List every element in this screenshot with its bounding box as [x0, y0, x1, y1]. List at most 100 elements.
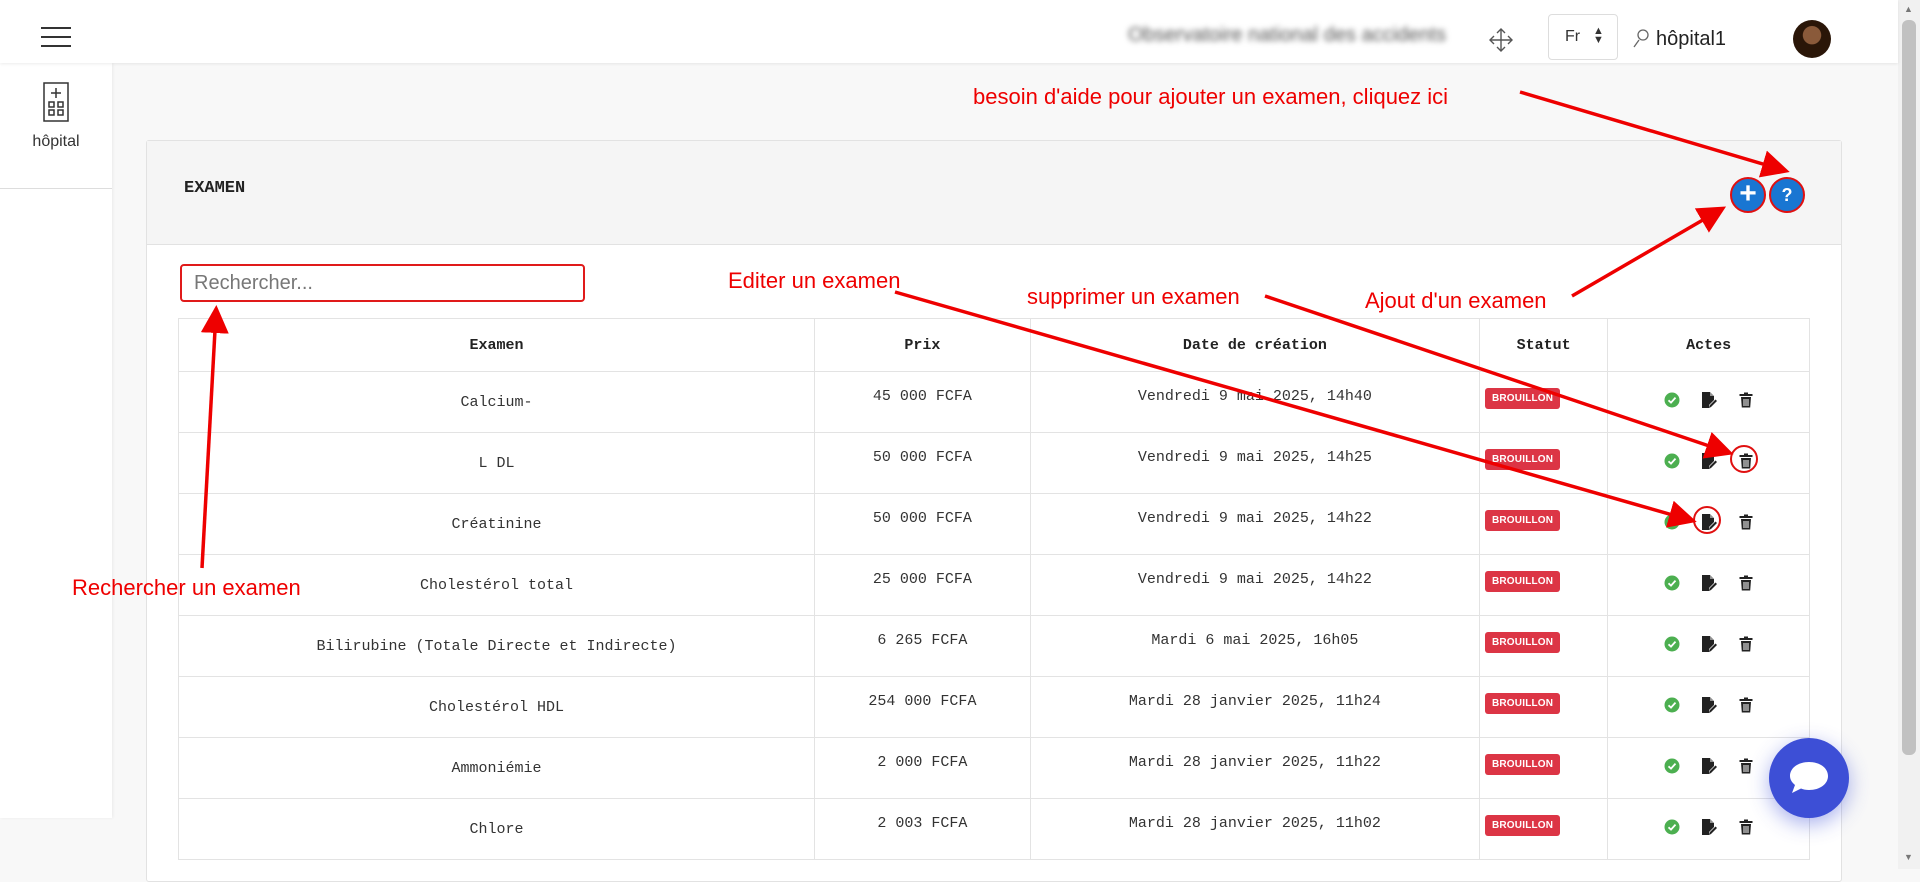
table-row: L DL 50 000 FCFA Vendredi 9 mai 2025, 14h2…	[177, 432, 1810, 494]
status-badge: BROUILLON	[1484, 510, 1561, 531]
cell-examen: Chlore	[177, 798, 816, 860]
validate-icon[interactable]	[1662, 756, 1682, 776]
cell-date: Vendredi 9 mai 2025, 14h22	[1029, 554, 1480, 616]
annotation-edit: Editer un examen	[728, 268, 901, 293]
help-button[interactable]: ?	[1769, 177, 1805, 213]
table-row: Calcium- 45 000 FCFA Vendredi 9 mai 2025, …	[177, 371, 1810, 433]
hospital-icon[interactable]	[40, 81, 72, 123]
cell-statut: BROUILLON	[1478, 432, 1609, 494]
status-badge: BROUILLON	[1484, 754, 1561, 775]
validate-icon[interactable]	[1662, 573, 1682, 593]
table-row: Chlore 2 003 FCFA Mardi 28 janvier 2025, 1…	[177, 798, 1810, 860]
sidebar: hôpital	[0, 63, 112, 818]
validate-icon[interactable]	[1662, 512, 1682, 532]
user-icon	[1632, 28, 1652, 48]
cell-prix: 6 265 FCFA	[814, 615, 1031, 677]
status-badge: BROUILLON	[1484, 815, 1561, 836]
cell-statut: BROUILLON	[1478, 737, 1609, 799]
column-header-statut[interactable]: Statut	[1478, 318, 1609, 372]
page-scrollbar[interactable]: ▲ ▼	[1898, 0, 1920, 869]
column-header-prix[interactable]: Prix	[814, 318, 1031, 372]
cell-examen: Calcium-	[177, 371, 816, 433]
scroll-down-icon[interactable]: ▼	[1904, 852, 1913, 862]
cell-examen: Ammoniémie	[177, 737, 816, 799]
cell-actes	[1607, 371, 1810, 433]
cell-date: Mardi 28 janvier 2025, 11h24	[1029, 676, 1480, 738]
examen-card: EXAMEN + ? Examen Prix Date de création …	[146, 140, 1842, 882]
cell-actes	[1607, 798, 1810, 860]
language-value: Fr	[1565, 28, 1581, 45]
annotation-search: Rechercher un examen	[72, 575, 301, 600]
validate-icon[interactable]	[1662, 634, 1682, 654]
top-bar: Observatoire national des accidents Fr ▲…	[0, 0, 1898, 63]
cell-prix: 45 000 FCFA	[814, 371, 1031, 433]
delete-icon[interactable]	[1736, 390, 1756, 410]
table-row: Cholestérol HDL 254 000 FCFA Mardi 28 janv…	[177, 676, 1810, 738]
edit-icon[interactable]	[1699, 451, 1719, 471]
edit-icon[interactable]	[1699, 756, 1719, 776]
table-row: Cholestérol total 25 000 FCFA Vendredi 9 m…	[177, 554, 1810, 616]
cell-examen: Bilirubine (Totale Directe et Indirecte)	[177, 615, 816, 677]
language-select[interactable]: Fr ▲ ▼	[1548, 14, 1618, 60]
cell-examen: L DL	[177, 432, 816, 494]
cell-date: Vendredi 9 mai 2025, 14h22	[1029, 493, 1480, 555]
delete-icon[interactable]	[1736, 634, 1756, 654]
column-header-actes: Actes	[1607, 318, 1810, 372]
delete-icon[interactable]	[1736, 573, 1756, 593]
cell-prix: 50 000 FCFA	[814, 432, 1031, 494]
username[interactable]: hôpital1	[1656, 28, 1726, 51]
highlight-ring	[1692, 506, 1721, 534]
table-row: Ammoniémie 2 000 FCFA Mardi 28 janvier 202…	[177, 737, 1810, 799]
cell-statut: BROUILLON	[1478, 676, 1609, 738]
delete-icon[interactable]	[1736, 756, 1756, 776]
status-badge: BROUILLON	[1484, 388, 1561, 409]
edit-icon[interactable]	[1699, 634, 1719, 654]
menu-icon[interactable]	[41, 27, 71, 47]
validate-icon[interactable]	[1662, 390, 1682, 410]
validate-icon[interactable]	[1662, 451, 1682, 471]
cell-statut: BROUILLON	[1478, 615, 1609, 677]
edit-icon[interactable]	[1699, 573, 1719, 593]
cell-actes	[1607, 432, 1810, 494]
delete-icon[interactable]	[1736, 817, 1756, 837]
cell-statut: BROUILLON	[1478, 493, 1609, 555]
cell-statut: BROUILLON	[1478, 371, 1609, 433]
scrollbar-thumb[interactable]	[1902, 20, 1916, 755]
edit-icon[interactable]	[1699, 695, 1719, 715]
search-input[interactable]	[180, 264, 585, 302]
cell-prix: 2 003 FCFA	[814, 798, 1031, 860]
status-badge: BROUILLON	[1484, 449, 1561, 470]
cell-date: Mardi 6 mai 2025, 16h05	[1029, 615, 1480, 677]
sort-caret-icon: ▲ ▼	[1593, 25, 1604, 46]
column-header-date[interactable]: Date de création	[1029, 318, 1480, 372]
fullscreen-move-icon[interactable]	[1488, 27, 1514, 53]
organization-name: Observatoire national des accidents	[1128, 24, 1446, 46]
cell-actes	[1607, 676, 1810, 738]
sidebar-item-hopital[interactable]: hôpital	[0, 133, 112, 151]
cell-date: Mardi 28 janvier 2025, 11h22	[1029, 737, 1480, 799]
validate-icon[interactable]	[1662, 695, 1682, 715]
validate-icon[interactable]	[1662, 817, 1682, 837]
delete-icon[interactable]	[1736, 512, 1756, 532]
delete-icon[interactable]	[1736, 695, 1756, 715]
cell-examen: Cholestérol HDL	[177, 676, 816, 738]
cell-date: Vendredi 9 mai 2025, 14h40	[1029, 371, 1480, 433]
status-badge: BROUILLON	[1484, 693, 1561, 714]
annotation-delete: supprimer un examen	[1027, 284, 1240, 309]
edit-icon[interactable]	[1692, 506, 1721, 534]
avatar[interactable]	[1793, 20, 1831, 58]
cell-prix: 25 000 FCFA	[814, 554, 1031, 616]
cell-statut: BROUILLON	[1478, 798, 1609, 860]
scroll-up-icon[interactable]: ▲	[1904, 4, 1913, 14]
edit-icon[interactable]	[1699, 390, 1719, 410]
add-examen-button[interactable]: +	[1730, 177, 1766, 213]
delete-icon[interactable]	[1729, 445, 1758, 473]
cell-examen: Créatinine	[177, 493, 816, 555]
chat-button[interactable]	[1769, 738, 1849, 818]
table-row: Bilirubine (Totale Directe et Indirecte)…	[177, 615, 1810, 677]
annotation-help: besoin d'aide pour ajouter un examen, cl…	[973, 84, 1449, 109]
chat-bubble-icon	[1790, 762, 1828, 793]
edit-icon[interactable]	[1699, 817, 1719, 837]
column-header-examen[interactable]: Examen	[177, 318, 816, 372]
card-header: EXAMEN + ?	[147, 141, 1841, 245]
